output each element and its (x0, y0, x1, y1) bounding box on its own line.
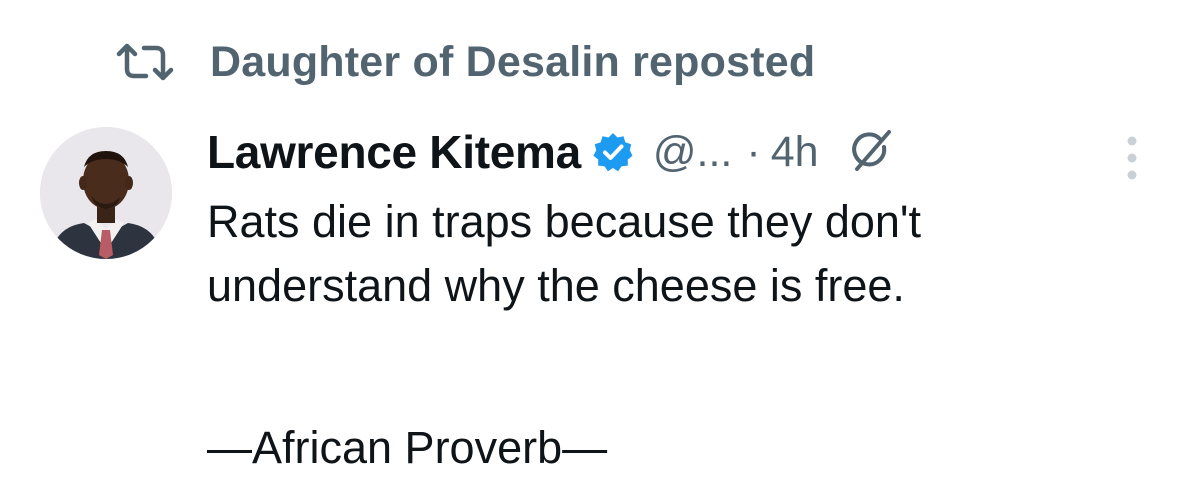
author-display-name[interactable]: Lawrence Kitema (207, 125, 581, 179)
repost-header[interactable]: Daughter of Desalin reposted (116, 34, 815, 90)
tweet-text: Rats die in traps because they don't und… (207, 190, 1177, 318)
grok-icon[interactable] (847, 129, 893, 175)
repost-label[interactable]: Daughter of Desalin reposted (210, 38, 815, 87)
timestamp[interactable]: 4h (771, 128, 819, 177)
author-handle[interactable]: @... (653, 128, 733, 177)
tweet-header: Lawrence Kitema @... · 4h (207, 122, 893, 182)
more-options-icon[interactable] (1121, 131, 1143, 191)
tweet-text-line: Rats die in traps because they don't (207, 196, 922, 247)
avatar[interactable] (40, 127, 172, 259)
tweet-attribution: —African Proverb— (207, 422, 608, 473)
repost-icon (116, 42, 174, 82)
separator-dot: · (746, 127, 761, 176)
verified-badge-icon[interactable] (593, 132, 633, 172)
tweet-text-line: understand why the cheese is free. (207, 260, 905, 311)
